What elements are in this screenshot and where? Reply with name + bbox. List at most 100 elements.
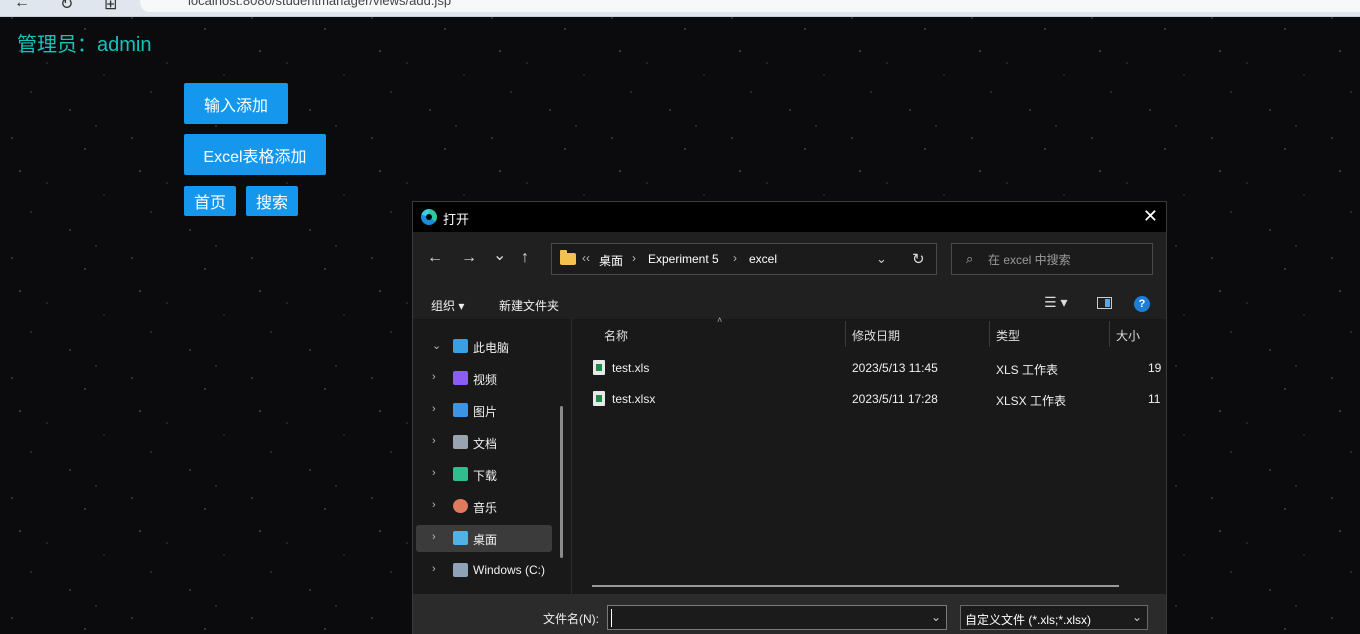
search-button[interactable]: 搜索 xyxy=(246,186,298,216)
file-type: XLSX 工作表 xyxy=(996,394,1067,408)
sidebar-item-music[interactable]: › 音乐 xyxy=(416,493,552,520)
refresh-icon[interactable]: ↻ xyxy=(912,250,925,268)
chevron-right-icon[interactable]: › xyxy=(432,563,436,575)
file-size: 19 xyxy=(1148,361,1162,375)
sidebar-item-desktop[interactable]: › 桌面 xyxy=(416,525,552,552)
chevron-right-icon[interactable]: › xyxy=(432,467,436,479)
file-name: test.xls xyxy=(612,361,650,375)
file-open-dialog: 打开 ✕ ← → ⌄ ↑ ‹‹ 桌面 › Experiment 5 › exce… xyxy=(412,201,1167,634)
column-header-type[interactable]: 类型 xyxy=(996,327,1020,344)
up-folder-icon[interactable]: ↑ xyxy=(521,249,529,267)
search-icon: ⌕ xyxy=(966,251,974,266)
sidebar-item-label: Windows (C:) xyxy=(473,563,546,577)
breadcrumb-separator-icon: › xyxy=(632,251,636,265)
sidebar-item-label: 桌面 xyxy=(473,533,498,547)
drive-icon xyxy=(453,563,468,577)
apps-icon[interactable]: ⊞ xyxy=(104,0,117,14)
navigation-row: ← → ⌄ ↑ ‹‹ 桌面 › Experiment 5 › excel ⌄ ↻… xyxy=(413,232,1166,289)
overflow-chevron-icon[interactable]: ‹‹ xyxy=(582,251,590,265)
column-header-modified[interactable]: 修改日期 xyxy=(852,327,900,344)
pictures-icon xyxy=(453,403,468,417)
filename-input[interactable] xyxy=(611,609,926,627)
input-add-button[interactable]: 输入添加 xyxy=(184,83,288,124)
breadcrumb-separator-icon: › xyxy=(733,251,737,265)
sidebar-scrollbar[interactable] xyxy=(560,406,563,558)
breadcrumb-experiment-5[interactable]: Experiment 5 xyxy=(648,252,719,266)
chevron-down-icon[interactable]: ⌄ xyxy=(1132,610,1142,624)
filename-combobox[interactable]: ⌄ xyxy=(607,605,947,630)
documents-icon xyxy=(453,435,468,449)
sidebar-item-documents[interactable]: › 文档 xyxy=(416,429,552,456)
back-arrow-icon[interactable]: ← xyxy=(14,0,30,12)
column-header-name[interactable]: 名称 xyxy=(604,327,628,344)
sort-ascending-icon: ˄ xyxy=(717,315,723,325)
column-divider[interactable] xyxy=(989,321,990,347)
file-modified: 2023/5/11 17:28 xyxy=(852,392,938,406)
back-icon[interactable]: ← xyxy=(427,249,443,267)
chevron-right-icon[interactable]: › xyxy=(432,531,436,543)
address-bar[interactable]: localhost:8080/studentmanager/views/add.… xyxy=(140,0,1360,12)
sidebar-item-label: 视频 xyxy=(473,373,498,387)
breadcrumb-desktop[interactable]: 桌面 xyxy=(599,252,623,269)
file-list-pane: ˄ 名称 修改日期 类型 大小 test.xls 2023/5/13 11:45… xyxy=(571,315,1166,594)
sidebar-item-label: 音乐 xyxy=(473,501,498,515)
sidebar-item-label: 下载 xyxy=(473,469,498,483)
forward-icon[interactable]: → xyxy=(461,249,477,267)
column-divider[interactable] xyxy=(845,321,846,347)
column-header-size[interactable]: 大小 xyxy=(1116,327,1140,344)
file-row[interactable]: test.xlsx 2023/5/11 17:28 XLSX 工作表 11 xyxy=(572,385,1166,413)
close-icon[interactable]: ✕ xyxy=(1143,206,1158,227)
chevron-down-icon[interactable]: ⌄ xyxy=(432,339,441,352)
chevron-right-icon[interactable]: › xyxy=(432,371,436,383)
breadcrumb-address-bar[interactable]: ‹‹ 桌面 › Experiment 5 › excel ⌄ ↻ xyxy=(551,243,937,275)
computer-icon xyxy=(453,339,468,353)
folder-search-box[interactable]: ⌕ xyxy=(951,243,1153,275)
sidebar-item-label: 此电脑 xyxy=(473,341,510,355)
chevron-right-icon[interactable]: › xyxy=(432,403,436,415)
chevron-down-icon[interactable]: ⌄ xyxy=(931,610,941,624)
dialog-title: 打开 xyxy=(443,212,470,227)
preview-pane-icon[interactable] xyxy=(1097,297,1112,309)
reload-icon[interactable]: ↻ xyxy=(60,0,73,14)
folder-search-input[interactable] xyxy=(986,250,1150,270)
dialog-footer: 文件名(N): ⌄ 自定义文件 (*.xls;*.xlsx) ⌄ xyxy=(413,594,1166,634)
sidebar-item-this-pc[interactable]: ⌄ 此电脑 xyxy=(416,333,552,360)
desktop-icon xyxy=(453,531,468,545)
sidebar-item-label: 图片 xyxy=(473,405,498,419)
url-text: localhost:8080/studentmanager/views/add.… xyxy=(188,0,452,8)
browser-toolbar: ← ↻ ⊞ localhost:8080/studentmanager/view… xyxy=(0,0,1360,17)
address-dropdown-icon[interactable]: ⌄ xyxy=(876,251,887,267)
organize-menu[interactable]: 组织 ▾ xyxy=(431,297,464,314)
file-name: test.xlsx xyxy=(612,392,656,406)
folder-icon xyxy=(560,250,576,265)
column-divider[interactable] xyxy=(1109,321,1110,347)
command-bar: 组织 ▾ 新建文件夹 ☰ ▾ ? xyxy=(413,289,1166,319)
file-row[interactable]: test.xls 2023/5/13 11:45 XLS 工作表 19 xyxy=(572,354,1166,382)
sidebar-item-videos[interactable]: › 视频 xyxy=(416,365,552,392)
video-icon xyxy=(453,371,468,385)
new-folder-button[interactable]: 新建文件夹 xyxy=(499,297,559,314)
filename-label: 文件名(N): xyxy=(543,612,599,626)
downloads-icon xyxy=(453,467,468,481)
dialog-titlebar: 打开 ✕ xyxy=(413,202,1166,232)
help-icon[interactable]: ? xyxy=(1134,296,1150,312)
view-options-icon[interactable]: ☰ ▾ xyxy=(1044,294,1067,311)
sidebar-item-pictures[interactable]: › 图片 xyxy=(416,397,552,424)
sidebar-item-downloads[interactable]: › 下载 xyxy=(416,461,552,488)
chevron-right-icon[interactable]: › xyxy=(432,499,436,511)
file-size: 11 xyxy=(1148,392,1161,406)
breadcrumb-excel[interactable]: excel xyxy=(749,252,777,266)
excel-add-button[interactable]: Excel表格添加 xyxy=(184,134,326,175)
sidebar-item-windows-c[interactable]: › Windows (C:) xyxy=(416,557,552,584)
horizontal-scrollbar[interactable] xyxy=(592,585,1119,587)
file-type-select[interactable]: 自定义文件 (*.xls;*.xlsx) ⌄ xyxy=(960,605,1148,630)
home-button[interactable]: 首页 xyxy=(184,186,236,216)
admin-label: 管理员：admin xyxy=(17,34,152,56)
chevron-right-icon[interactable]: › xyxy=(432,435,436,447)
excel-file-icon xyxy=(593,360,605,375)
edge-browser-icon xyxy=(421,209,437,225)
navigation-pane: ⌄ 此电脑 › 视频 › 图片 › 文档 › 下载 › 音乐 › 桌面 › Wi… xyxy=(413,319,571,594)
recent-locations-icon[interactable]: ⌄ xyxy=(493,245,506,265)
music-icon xyxy=(453,499,468,513)
file-modified: 2023/5/13 11:45 xyxy=(852,361,938,375)
